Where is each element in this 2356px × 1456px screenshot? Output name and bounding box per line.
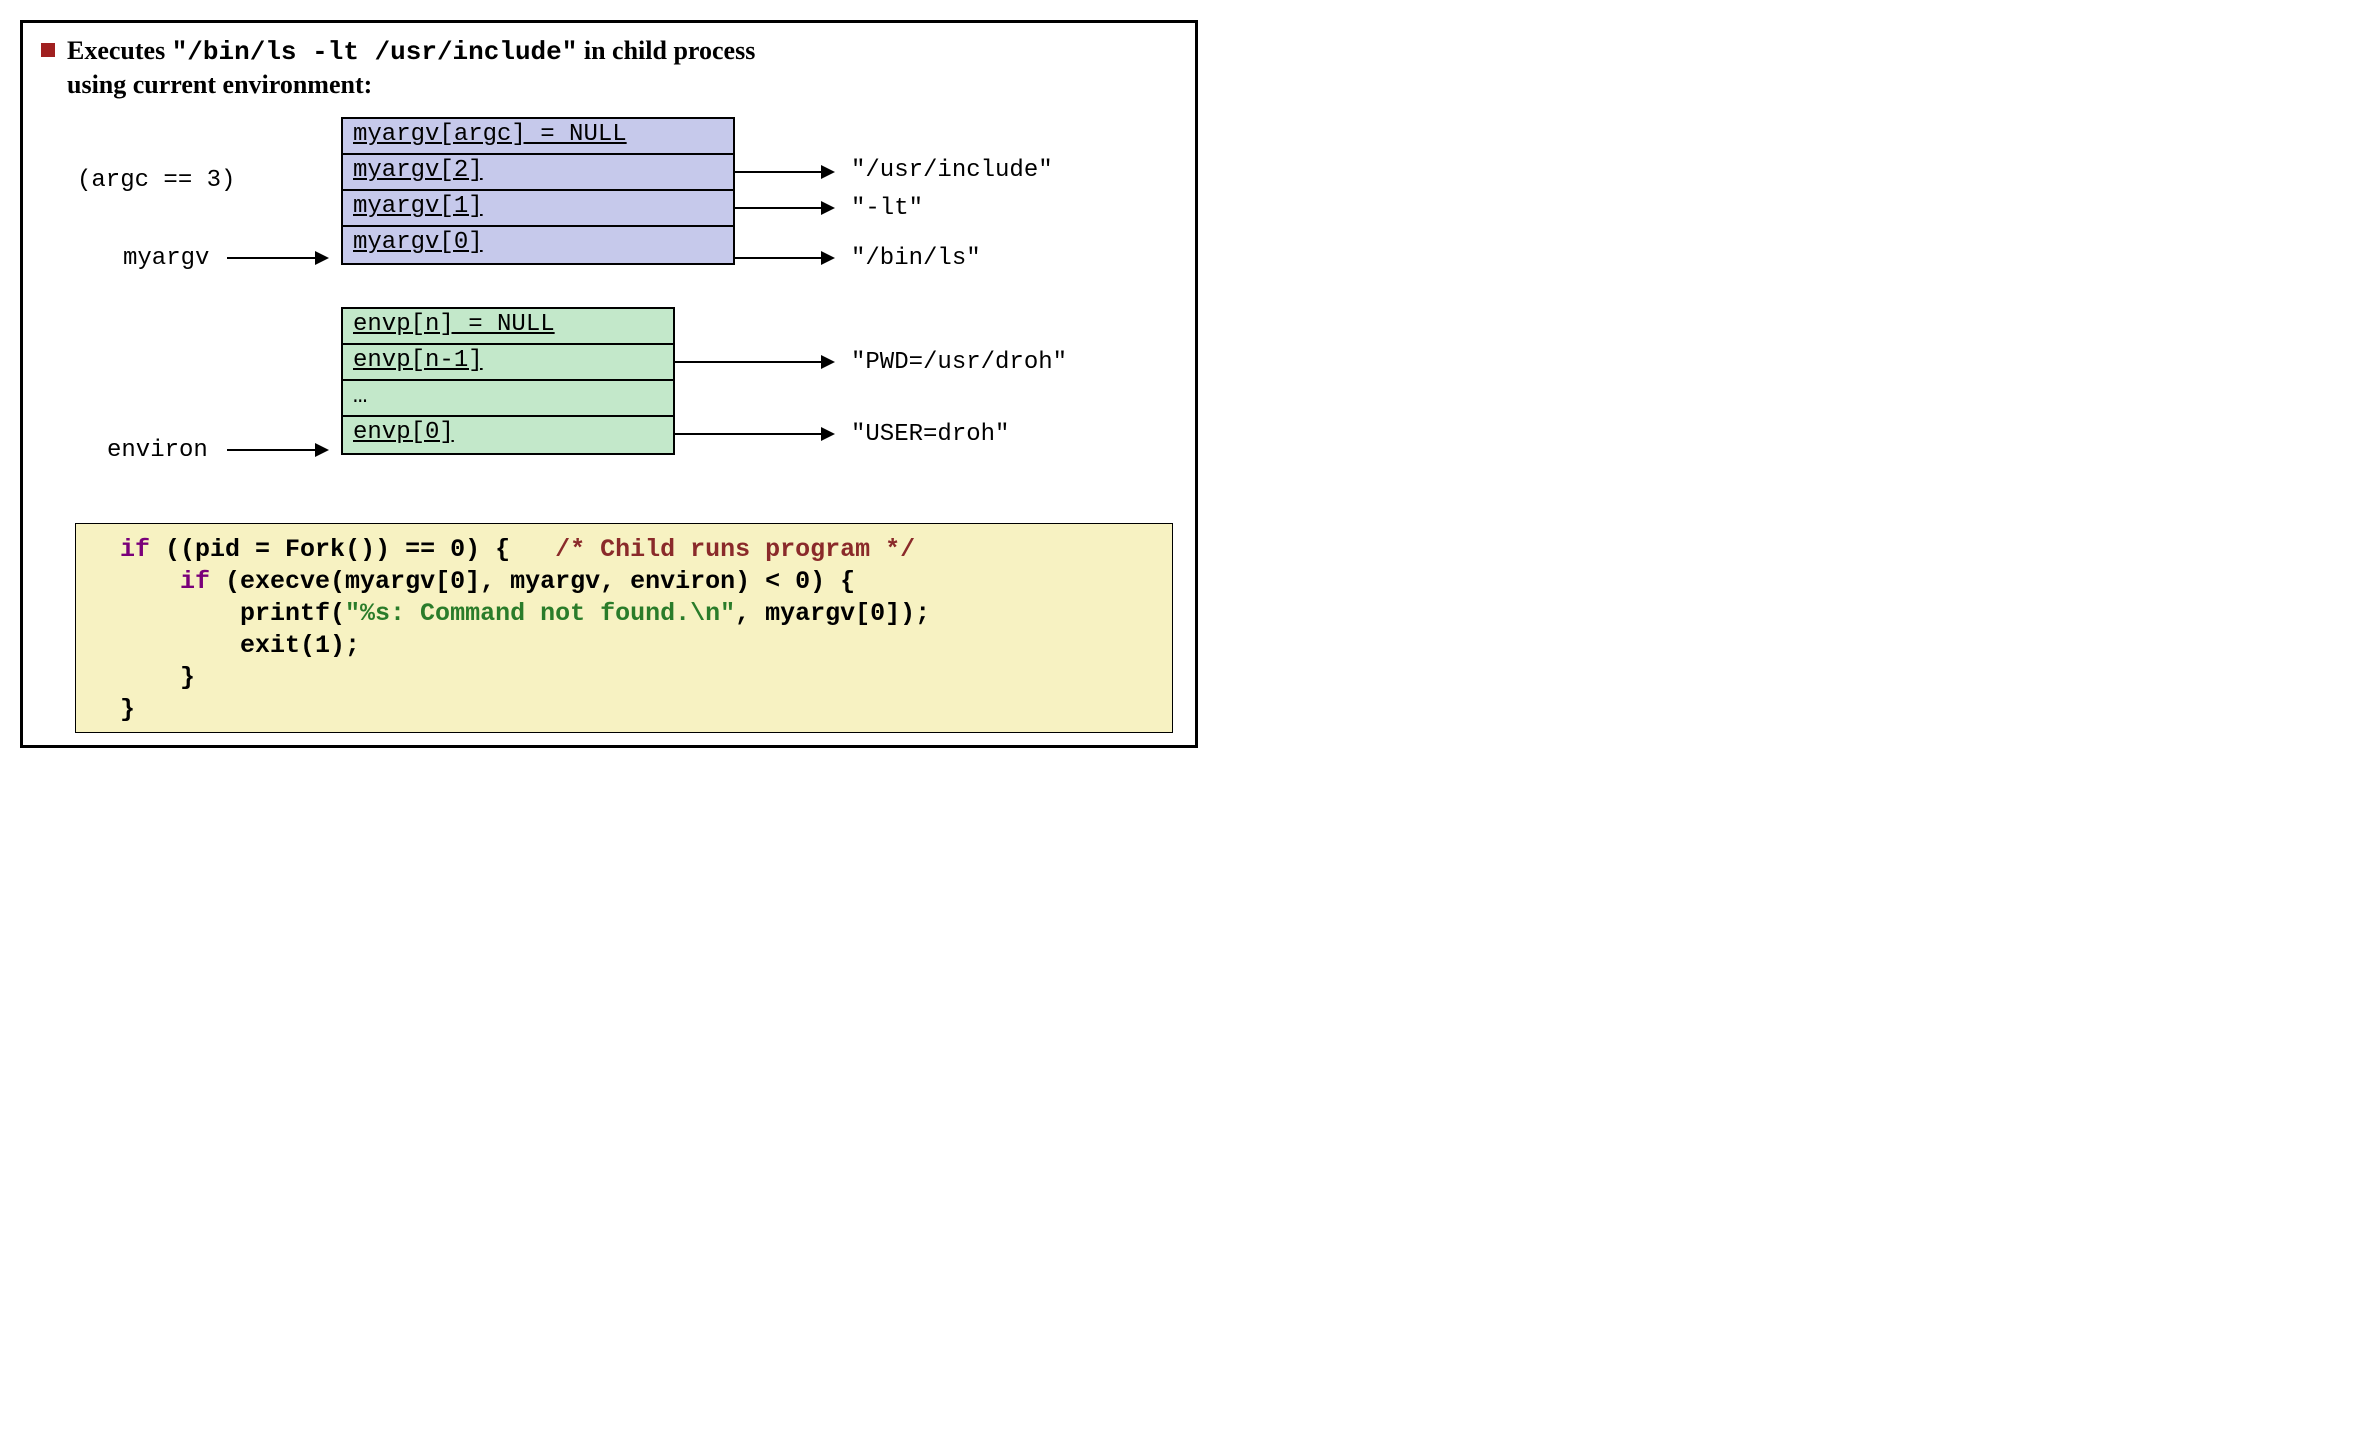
headline-mid: in child process [577, 36, 755, 65]
c-l1a [90, 535, 120, 564]
argv-target-lt: "-lt" [851, 195, 923, 222]
argv-cell-0: myargv[0] [343, 227, 733, 263]
c-l2b: (execve(myargv[0], myargv, environ) < 0)… [210, 567, 855, 596]
arrow-argv0 [733, 257, 833, 259]
c-kw-if2: if [180, 567, 210, 596]
envp-target-pwd: "PWD=/usr/droh" [851, 349, 1067, 376]
argv-cell-2: myargv[2] [343, 155, 733, 191]
envp-table: envp[n] = NULL envp[n-1] … envp[0] [341, 307, 675, 455]
c-l5: } [90, 663, 195, 692]
envp-cell-n1: envp[n-1] [343, 345, 673, 381]
argv-target-include: "/usr/include" [851, 157, 1053, 184]
arrow-myargv [227, 257, 327, 259]
arrow-argv2 [733, 171, 833, 173]
c-comment: /* Child runs program */ [555, 535, 915, 564]
c-l3b: , myargv[0]); [735, 599, 930, 628]
headline-post: using current environment: [67, 70, 372, 99]
arrow-envp-0 [673, 433, 833, 435]
arrow-envp-n1 [673, 361, 833, 363]
c-string: "%s: Command not found.\n" [345, 599, 735, 628]
c-l3a: printf( [90, 599, 345, 628]
argv-cell-1: myargv[1] [343, 191, 733, 227]
headline-pre: Executes [67, 36, 172, 65]
envp-cell-0: envp[0] [343, 417, 673, 453]
argv-target-binls: "/bin/ls" [851, 245, 981, 272]
argv-cell-argc: myargv[argc] = NULL [343, 119, 733, 155]
arrow-environ [227, 449, 327, 451]
environ-label: environ [107, 437, 208, 464]
envp-cell-dots: … [343, 381, 673, 417]
c-l2a [90, 567, 180, 596]
envp-cell-n: envp[n] = NULL [343, 309, 673, 345]
bullet-heading: Executes "/bin/ls -lt /usr/include" in c… [41, 35, 1177, 101]
c-l1b: ((pid = Fork()) == 0) { [150, 535, 555, 564]
headline-cmd: "/bin/ls -lt /usr/include" [172, 37, 578, 67]
c-l6: } [90, 695, 135, 724]
envp-target-user: "USER=droh" [851, 421, 1009, 448]
headline-text: Executes "/bin/ls -lt /usr/include" in c… [67, 35, 755, 101]
diagram-area: myargv[argc] = NULL myargv[2] myargv[1] … [41, 107, 1177, 487]
c-kw-if1: if [120, 535, 150, 564]
myargv-label: myargv [123, 245, 209, 272]
argc-label: (argc == 3) [77, 167, 235, 194]
bullet-square-icon [41, 43, 55, 57]
slide: Executes "/bin/ls -lt /usr/include" in c… [20, 20, 1198, 748]
arrow-argv1 [733, 207, 833, 209]
c-l4: exit(1); [90, 631, 360, 660]
argv-table: myargv[argc] = NULL myargv[2] myargv[1] … [341, 117, 735, 265]
code-block: if ((pid = Fork()) == 0) { /* Child runs… [75, 523, 1173, 733]
